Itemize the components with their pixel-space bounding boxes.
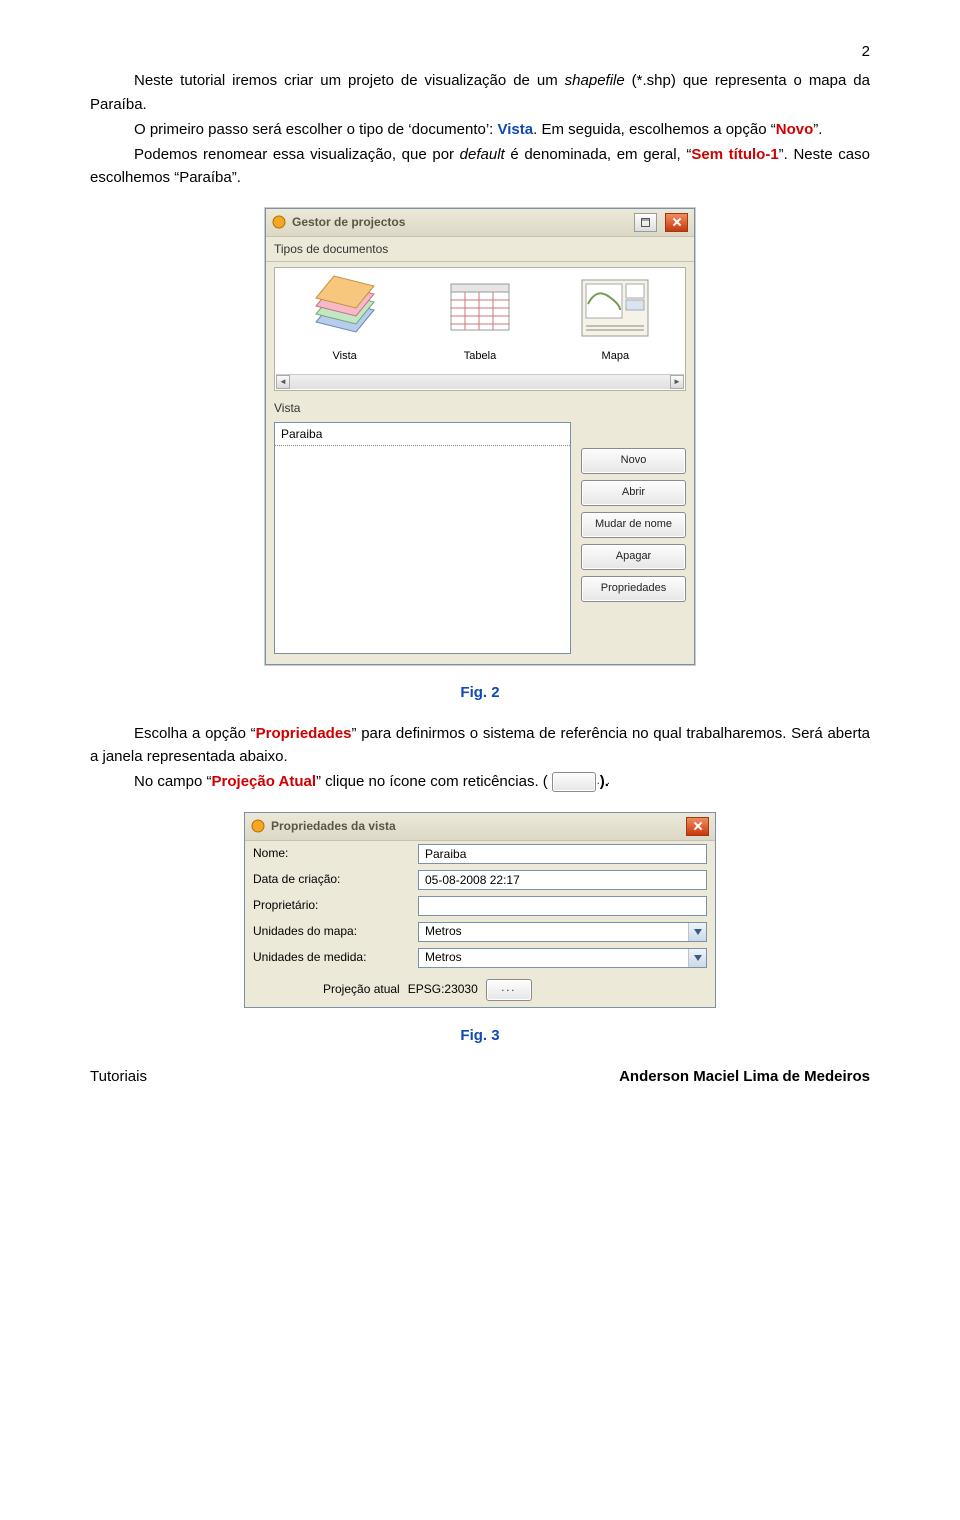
text: ” clique no ícone com reticências. ( [316, 773, 548, 790]
text: . Em seguida, escolhemos a opção “ [533, 121, 776, 138]
apagar-button[interactable]: Apagar [581, 544, 686, 570]
text: Escolha a opção “ [134, 725, 256, 742]
doc-type-tabela[interactable]: Tabela [416, 274, 543, 384]
list-item[interactable]: Paraiba [275, 423, 570, 447]
data-input[interactable] [418, 870, 707, 890]
text: é denominada, em geral, “ [505, 146, 692, 163]
close-icon[interactable] [686, 817, 709, 836]
keyword-projecao-atual: Projeção Atual [212, 773, 316, 790]
propriedades-button[interactable]: Propriedades [581, 576, 686, 602]
text-italic: shapefile [565, 72, 625, 89]
section-label: Tipos de documentos [266, 237, 694, 263]
select-value: Metros [425, 948, 462, 967]
window-title: Gestor de projectos [292, 213, 405, 232]
ellipsis-button[interactable]: ... [552, 772, 596, 792]
nome-input[interactable] [418, 844, 707, 864]
doc-type-vista[interactable]: Vista [281, 274, 408, 384]
mudar-nome-button[interactable]: Mudar de nome [581, 512, 686, 538]
vista-section-label: Vista [266, 396, 694, 418]
paragraph-5: No campo “Projeção Atual” clique no ícon… [90, 770, 870, 793]
text: ). [600, 773, 609, 790]
paragraph-4: Escolha a opção “Propriedades” para defi… [90, 722, 870, 769]
figure-caption-2: Fig. 2 [90, 681, 870, 704]
window-title: Propriedades da vista [271, 817, 396, 836]
window-titlebar[interactable]: Propriedades da vista [245, 813, 715, 841]
paragraph-2: O primeiro passo será escolher o tipo de… [90, 118, 870, 141]
abrir-button[interactable]: Abrir [581, 480, 686, 506]
label-unidades-mapa: Unidades do mapa: [253, 922, 418, 941]
page-footer: Tutoriais Anderson Maciel Lima de Medeir… [90, 1065, 870, 1088]
chevron-down-icon [688, 949, 706, 967]
keyword-sem-titulo: Sem título-1 [691, 146, 778, 163]
label-unidades-medida: Unidades de medida: [253, 948, 418, 967]
unidades-medida-select[interactable]: Metros [418, 948, 707, 968]
keyword-novo: Novo [776, 121, 814, 138]
label-data: Data de criação: [253, 870, 418, 889]
doc-type-label: Vista [281, 348, 408, 365]
paragraph-1: Neste tutorial iremos criar um projeto d… [90, 69, 870, 116]
text: No campo “ [134, 773, 212, 790]
window-titlebar[interactable]: Gestor de projectos [266, 209, 694, 237]
app-icon [272, 215, 286, 229]
text: ”. [813, 121, 822, 138]
projecao-value: EPSG:23030 [408, 980, 478, 999]
text: O primeiro passo será escolher o tipo de… [134, 121, 498, 138]
app-icon [251, 819, 265, 833]
gestor-projectos-window: Gestor de projectos Tipos de documentos … [265, 208, 695, 665]
novo-button[interactable]: Novo [581, 448, 686, 474]
chevron-down-icon [688, 923, 706, 941]
paragraph-3: Podemos renomear essa visualização, que … [90, 143, 870, 190]
figure-caption-3: Fig. 3 [90, 1024, 870, 1047]
text-italic: default [460, 146, 505, 163]
keyword-propriedades: Propriedades [256, 725, 352, 742]
label-proprietario: Proprietário: [253, 896, 418, 915]
page-number: 2 [90, 40, 870, 63]
label-nome: Nome: [253, 844, 418, 863]
footer-right: Anderson Maciel Lima de Medeiros [619, 1065, 870, 1088]
doc-type-label: Mapa [552, 348, 679, 365]
projecao-ellipsis-button[interactable]: ... [486, 979, 532, 1001]
close-icon[interactable] [665, 213, 688, 232]
doc-type-mapa[interactable]: Mapa [552, 274, 679, 384]
proprietario-input[interactable] [418, 896, 707, 916]
scroll-left-icon[interactable]: ◄ [276, 375, 290, 389]
unidades-mapa-select[interactable]: Metros [418, 922, 707, 942]
vista-listbox[interactable]: Paraiba [274, 422, 571, 654]
label-projecao: Projeção atual [323, 980, 400, 999]
text: Podemos renomear essa visualização, que … [134, 146, 460, 163]
text: Neste tutorial iremos criar um projeto d… [134, 72, 565, 89]
footer-left: Tutoriais [90, 1065, 147, 1088]
document-types-list: Vista Tabela [274, 267, 686, 391]
scrollbar[interactable]: ◄ ► [276, 374, 684, 389]
scroll-right-icon[interactable]: ► [670, 375, 684, 389]
maximize-icon[interactable] [634, 213, 657, 232]
propriedades-vista-window: Propriedades da vista Nome: Data de cria… [244, 812, 716, 1008]
doc-type-label: Tabela [416, 348, 543, 365]
keyword-vista: Vista [498, 121, 534, 138]
select-value: Metros [425, 922, 462, 941]
